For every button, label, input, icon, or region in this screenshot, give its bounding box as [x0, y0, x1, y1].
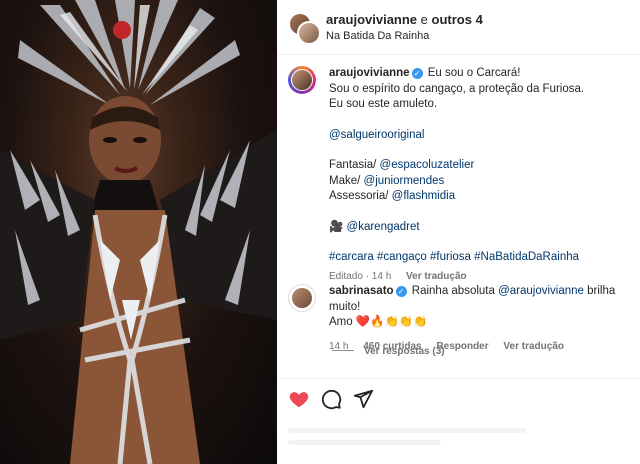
caption-line-3: Eu sou este amuleto.	[329, 98, 438, 110]
verified-icon: ✓	[411, 68, 423, 79]
post-photo	[0, 0, 277, 464]
action-bar	[277, 378, 640, 419]
see-translation-link[interactable]: Ver tradução	[406, 271, 467, 282]
post-detail-panel: araujovivianne e outros 4 Na Batida Da R…	[277, 0, 640, 464]
mention-link[interactable]: @juniormendes	[364, 175, 445, 187]
view-replies-label: Ver respostas (3)	[364, 346, 445, 357]
view-replies-button[interactable]: Ver respostas (3)	[332, 346, 445, 357]
author-conjunction: e	[420, 12, 428, 27]
collab-avatars[interactable]	[288, 12, 321, 45]
post-header: araujovivianne e outros 4 Na Batida Da R…	[277, 0, 640, 55]
caption-text: araujovivianne ✓ Eu sou o Carcará! Sou o …	[329, 66, 629, 284]
edited-timestamp: Editado · 14 h	[329, 270, 392, 282]
mention-link[interactable]: @flashmidia	[392, 190, 455, 202]
comment-line-2: Amo ❤️🔥👏👏👏	[329, 316, 428, 328]
caption-username[interactable]: araujovivianne	[329, 67, 410, 79]
mention-link[interactable]: @araujovivianne	[498, 285, 584, 297]
credit-label: Assessoria/	[329, 190, 389, 202]
divider	[332, 350, 354, 351]
avatar[interactable]	[288, 284, 316, 312]
post-author: araujovivianne e outros 4	[326, 12, 483, 27]
costume-illustration	[0, 0, 277, 464]
audio-label[interactable]: Na Batida Da Rainha	[326, 30, 429, 42]
comment-bubble-icon[interactable]	[320, 388, 342, 410]
comment-text: sabrinasato ✓ Rainha absoluta @araujovivi…	[329, 284, 629, 354]
credit-label: Fantasia/	[329, 159, 377, 171]
author-username[interactable]: araujovivianne	[326, 12, 417, 27]
hashtag-link[interactable]: #NaBatidaDaRainha	[474, 251, 579, 263]
loading-placeholder	[288, 428, 628, 452]
hashtag-link[interactable]: #carcara	[329, 251, 374, 263]
comment-username[interactable]: sabrinasato	[329, 285, 394, 297]
hashtag-link[interactable]: #cangaço	[377, 251, 427, 263]
caption-line-1: Eu sou o Carcará!	[427, 67, 521, 79]
credit-label: Make/	[329, 174, 361, 187]
avatar[interactable]	[288, 66, 316, 94]
avatar	[297, 21, 321, 45]
mention-link[interactable]: @karengadret	[347, 221, 420, 233]
see-translation-link[interactable]: Ver tradução	[503, 341, 564, 352]
paper-plane-icon[interactable]	[352, 388, 374, 410]
comment-body: Rainha absoluta	[411, 285, 495, 297]
caption-line-2: Sou o espírito do cangaço, a proteção da…	[329, 82, 585, 95]
mention-link[interactable]: @salgueirooriginal	[329, 129, 424, 141]
mention-link[interactable]: @espacoluzatelier	[380, 159, 475, 171]
camera-icon: 🎥	[329, 220, 344, 233]
verified-icon: ✓	[395, 286, 407, 297]
collaborators-link[interactable]: outros 4	[432, 12, 483, 27]
heart-filled-icon[interactable]	[288, 388, 310, 410]
hashtag-link[interactable]: #furiosa	[430, 251, 471, 263]
